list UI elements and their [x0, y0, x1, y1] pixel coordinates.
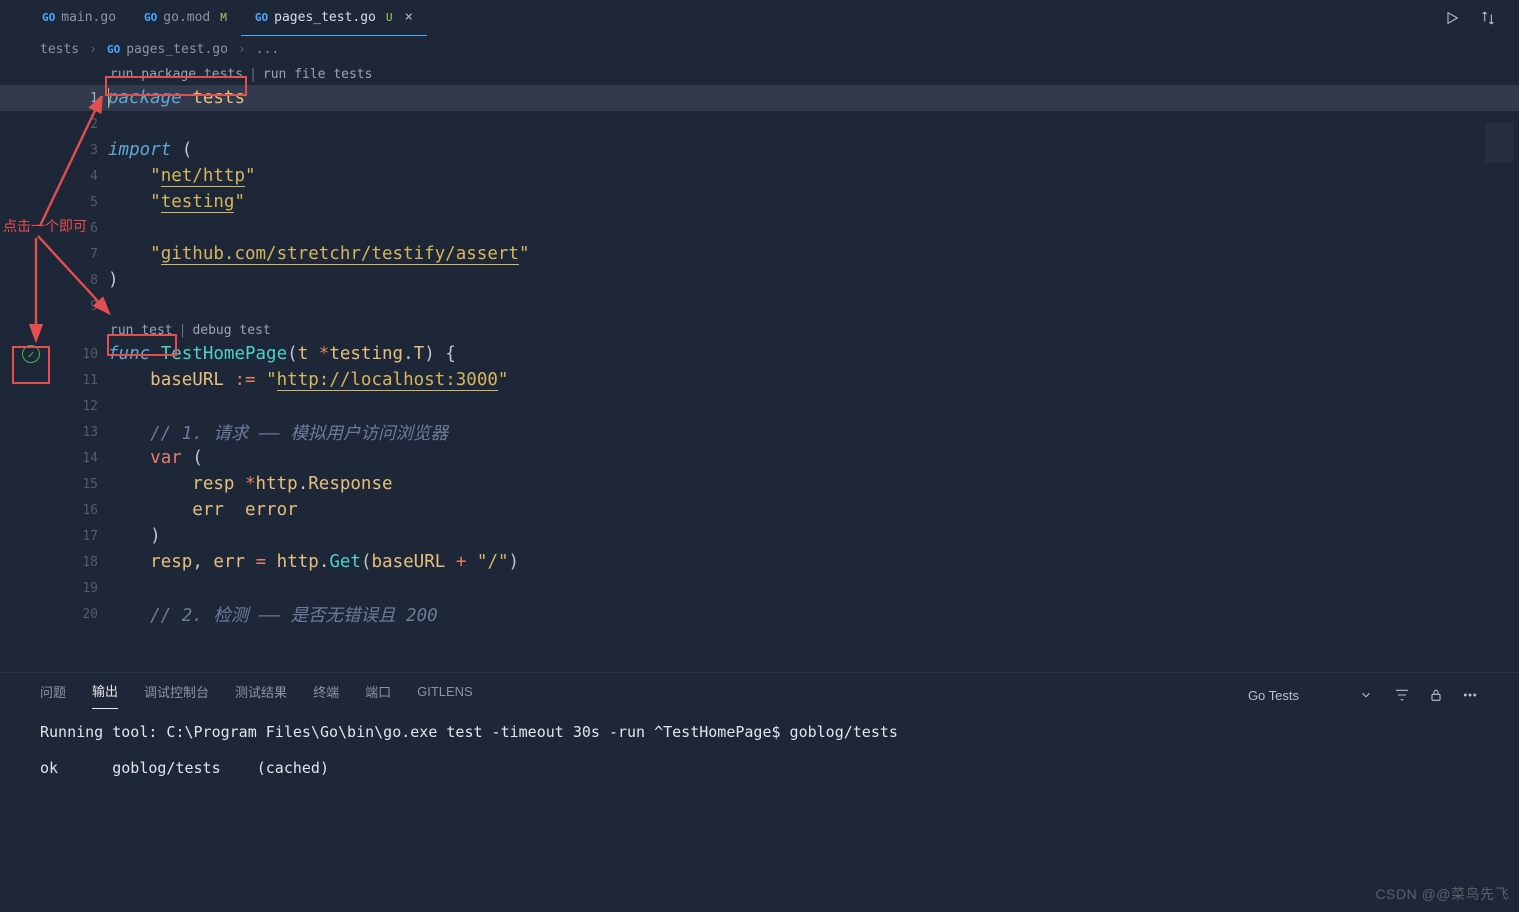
test-pass-icon[interactable] — [22, 345, 40, 363]
tab-main-go[interactable]: GO main.go — [28, 0, 130, 36]
line-number: 20 — [60, 607, 108, 622]
code-line[interactable]: 20 // 2. 检测 —— 是否无错误且 200 — [0, 601, 1519, 627]
codelens-package: run package tests | run file tests — [0, 63, 1519, 85]
code-line[interactable]: 5 "testing" — [0, 189, 1519, 215]
go-icon: GO — [144, 11, 157, 24]
panel-tab-output[interactable]: 输出 — [92, 681, 118, 709]
tab-pages-test-go[interactable]: GO pages_test.go U × — [241, 0, 427, 36]
divider: | — [179, 323, 187, 338]
line-number: 13 — [60, 425, 108, 440]
line-number: 9 — [60, 299, 108, 314]
code-line[interactable]: 19 — [0, 575, 1519, 601]
panel-tab-debug-console[interactable]: 调试控制台 — [144, 682, 209, 709]
chevron-down-icon — [1359, 688, 1373, 702]
chevron-right-icon: › — [238, 42, 246, 57]
modified-flag: M — [220, 11, 227, 24]
line-number: 4 — [60, 169, 108, 184]
line-number: 12 — [60, 399, 108, 414]
code-line[interactable]: 16 err error — [0, 497, 1519, 523]
tab-label: pages_test.go — [274, 10, 376, 25]
line-number: 7 — [60, 247, 108, 262]
code-line[interactable]: 6 — [0, 215, 1519, 241]
line-number: 18 — [60, 555, 108, 570]
code-line[interactable]: 12 — [0, 393, 1519, 419]
panel-tab-problems[interactable]: 问题 — [40, 682, 66, 709]
line-number: 3 — [60, 143, 108, 158]
panel-tab-gitlens[interactable]: GITLENS — [417, 684, 473, 707]
code-line[interactable]: 8 ) — [0, 267, 1519, 293]
go-icon: GO — [107, 43, 120, 56]
breadcrumb-ellipsis[interactable]: ... — [256, 42, 279, 57]
breadcrumb-file-label: pages_test.go — [126, 42, 228, 57]
panel-tab-ports[interactable]: 端口 — [365, 682, 391, 709]
output-channel-dropdown[interactable]: Go Tests — [1244, 686, 1377, 705]
panel-tab-terminal[interactable]: 终端 — [313, 682, 339, 709]
compare-changes-icon[interactable] — [1479, 9, 1497, 27]
line-number: 10 — [60, 347, 108, 362]
editor[interactable]: run package tests | run file tests 1 pac… — [0, 63, 1519, 653]
code-line[interactable]: 4 "net/http" — [0, 163, 1519, 189]
panel-actions: Go Tests — [1244, 686, 1479, 705]
watermark: CSDN @@菜鸟先飞 — [1376, 884, 1509, 904]
line-number: 15 — [60, 477, 108, 492]
line-number: 14 — [60, 451, 108, 466]
code-line[interactable]: 3 import ( — [0, 137, 1519, 163]
code-line[interactable]: 1 package tests — [0, 85, 1519, 111]
tab-label: main.go — [61, 10, 116, 25]
code-line[interactable]: 9 — [0, 293, 1519, 319]
breadcrumb[interactable]: tests › GO pages_test.go › ... — [0, 36, 1519, 63]
line-number: 16 — [60, 503, 108, 518]
debug-test-link[interactable]: debug test — [192, 323, 270, 338]
output-content[interactable]: Running tool: C:\Program Files\Go\bin\go… — [0, 709, 1519, 791]
panel-tab-test-results[interactable]: 测试结果 — [235, 682, 287, 709]
chevron-right-icon: › — [89, 42, 97, 57]
line-number: 2 — [60, 117, 108, 132]
open-tabs: GO main.go GO go.mod M GO pages_test.go … — [0, 0, 427, 36]
run-icon[interactable] — [1443, 9, 1461, 27]
run-file-tests-link[interactable]: run file tests — [263, 67, 373, 82]
code-line[interactable]: 13 // 1. 请求 —— 模拟用户访问浏览器 — [0, 419, 1519, 445]
filter-icon[interactable] — [1393, 686, 1411, 704]
code-line[interactable]: 18 resp, err = http.Get(baseURL + "/") — [0, 549, 1519, 575]
line-number: 1 — [60, 91, 108, 106]
run-package-tests-link[interactable]: run package tests — [110, 67, 243, 82]
terminal-line: Running tool: C:\Program Files\Go\bin\go… — [40, 723, 898, 741]
tab-go-mod[interactable]: GO go.mod M — [130, 0, 241, 36]
code-line[interactable]: 7 "github.com/stretchr/testify/assert" — [0, 241, 1519, 267]
tab-label: go.mod — [163, 10, 210, 25]
code-line[interactable]: 11 baseURL := "http://localhost:3000" — [0, 367, 1519, 393]
code-line[interactable]: 2 — [0, 111, 1519, 137]
code-line[interactable]: 15 resp *http.Response — [0, 471, 1519, 497]
more-icon[interactable] — [1461, 686, 1479, 704]
line-number: 17 — [60, 529, 108, 544]
breadcrumb-file[interactable]: GO pages_test.go — [107, 42, 228, 57]
line-number: 19 — [60, 581, 108, 596]
line-number: 5 — [60, 195, 108, 210]
run-test-link[interactable]: run test — [110, 323, 173, 338]
go-icon: GO — [255, 11, 268, 24]
output-channel-label: Go Tests — [1248, 688, 1299, 703]
line-number: 11 — [60, 373, 108, 388]
annotation-text: 点击一个即可 — [3, 216, 87, 236]
go-icon: GO — [42, 11, 55, 24]
code-line[interactable]: 14 var ( — [0, 445, 1519, 471]
code-line[interactable]: 17 ) — [0, 523, 1519, 549]
line-number: 8 — [60, 273, 108, 288]
codelens-function: run test | debug test — [0, 319, 1519, 341]
bottom-panel: 问题 输出 调试控制台 测试结果 终端 端口 GITLENS Go Tests … — [0, 672, 1519, 912]
breadcrumb-root[interactable]: tests — [40, 42, 79, 57]
divider: | — [249, 67, 257, 82]
panel-tab-bar: 问题 输出 调试控制台 测试结果 终端 端口 GITLENS Go Tests — [0, 673, 1519, 709]
untracked-flag: U — [386, 11, 393, 24]
tab-bar: GO main.go GO go.mod M GO pages_test.go … — [0, 0, 1519, 36]
close-icon[interactable]: × — [405, 9, 413, 25]
code-line[interactable]: 10 func TestHomePage(t *testing.T) { — [0, 341, 1519, 367]
lock-icon[interactable] — [1427, 686, 1445, 704]
terminal-line: ok goblog/tests (cached) — [40, 759, 329, 777]
editor-actions — [1443, 9, 1519, 27]
vertical-scrollbar[interactable] — [1505, 70, 1517, 662]
